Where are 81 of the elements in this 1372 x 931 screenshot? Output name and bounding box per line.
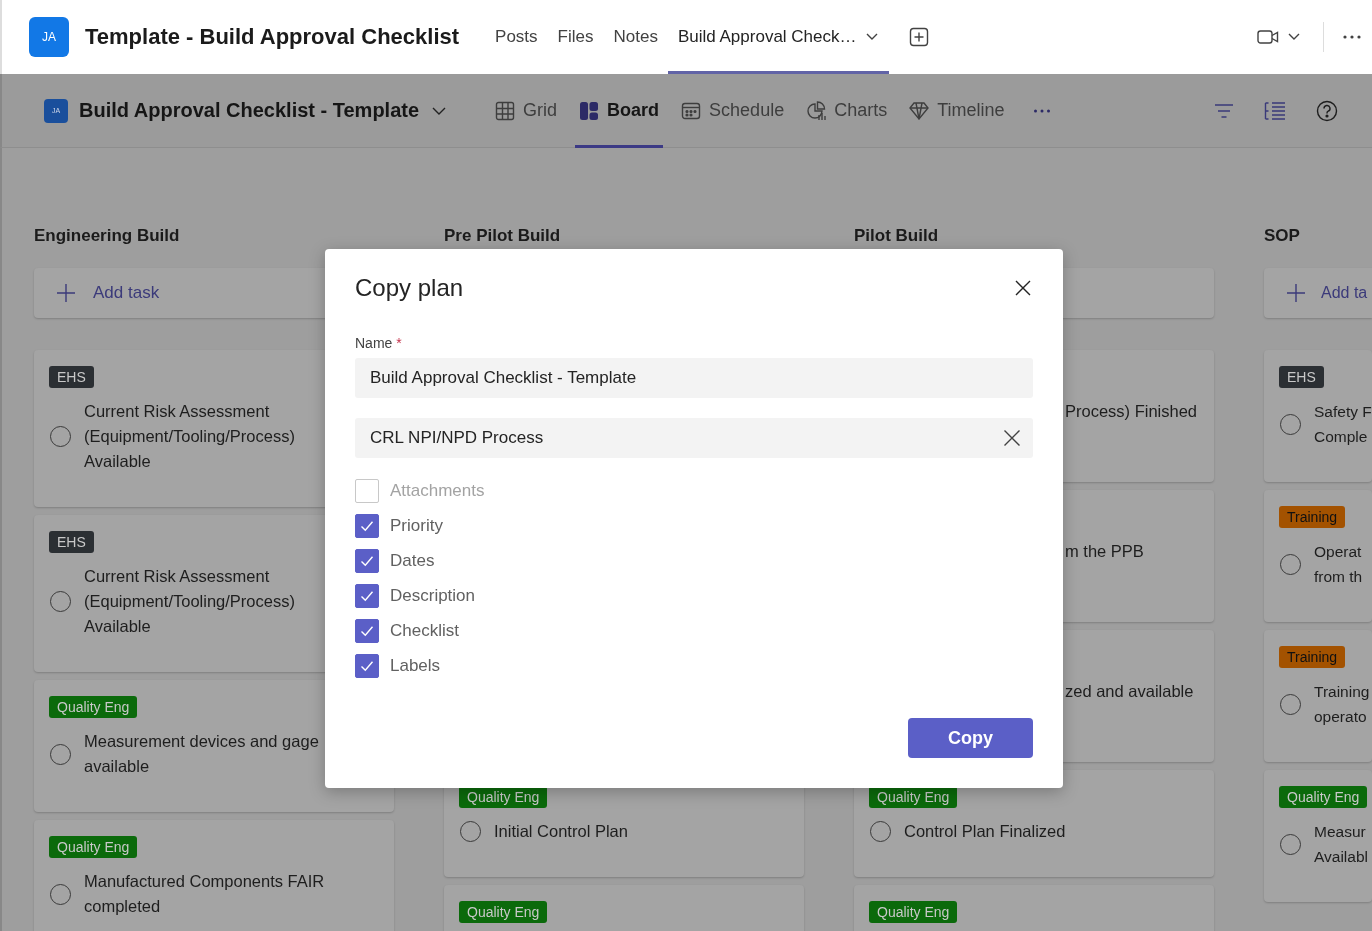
task-card[interactable]: Training Training operato — [1264, 630, 1372, 762]
team-avatar: JA — [29, 17, 69, 57]
task-title: Training operato — [1314, 682, 1370, 727]
plus-icon — [56, 283, 76, 303]
checkmark-icon — [360, 555, 374, 567]
copy-button[interactable]: Copy — [908, 718, 1033, 758]
close-icon — [1015, 280, 1031, 296]
label-tag: Quality Eng — [459, 786, 548, 808]
view-tab[interactable]: Schedule — [677, 73, 789, 148]
plus-icon — [1286, 283, 1306, 303]
team-title: Template - Build Approval Checklist — [85, 24, 460, 50]
view-tab[interactable]: Grid — [491, 73, 562, 148]
filter-icon[interactable] — [1214, 102, 1234, 119]
task-title: m the PPB — [1065, 541, 1144, 562]
label-tag: Quality Eng — [1279, 786, 1368, 808]
task-title: Safety F Comple — [1314, 402, 1372, 447]
checkbox[interactable] — [355, 654, 379, 678]
task-title: Control Plan Finalized — [904, 821, 1066, 842]
close-icon — [1003, 429, 1021, 447]
label-tag: Quality Eng — [49, 836, 138, 858]
more-options-icon[interactable] — [1032, 107, 1051, 114]
task-card[interactable]: Quality Eng — [444, 885, 804, 931]
checkmark-icon — [360, 660, 374, 672]
task-title: Operat from th — [1314, 542, 1363, 587]
label-tag: Training — [1279, 506, 1346, 528]
task-card[interactable]: Quality Eng Measur Availabl — [1264, 770, 1372, 902]
label-tag: Quality Eng — [49, 696, 138, 718]
add-task-button[interactable]: Add ta — [1264, 268, 1372, 318]
task-title: Current Risk Assessment (Equipment/Tooling/Process) Available — [84, 401, 295, 472]
checkmark-icon — [360, 520, 374, 532]
label-tag: EHS — [1279, 366, 1324, 388]
checkbox[interactable] — [355, 549, 379, 573]
task-title: Process) Finished — [1065, 401, 1198, 422]
label-tag: Quality Eng — [869, 786, 958, 808]
view-tab[interactable]: Charts — [802, 73, 892, 148]
column-title: Pilot Build — [854, 226, 940, 246]
label-tag: Quality Eng — [459, 901, 548, 923]
grid-icon — [495, 100, 516, 121]
column-title: Pre Pilot Build — [444, 226, 562, 246]
checkbox[interactable] — [355, 619, 379, 643]
more-options-icon[interactable] — [1342, 34, 1362, 40]
close-button[interactable] — [1015, 280, 1031, 296]
plan-title: Build Approval Checklist - Template — [79, 99, 420, 122]
label-tag: EHS — [49, 366, 94, 388]
field-label: Name — [355, 335, 393, 351]
task-card[interactable]: Quality Eng Control Plan Finalized — [854, 770, 1214, 877]
channel-tab[interactable]: Notes — [603, 0, 668, 74]
label-tag: EHS — [49, 531, 94, 553]
task-card[interactable]: Quality Eng Manufactured Components FAIR completed — [34, 820, 394, 931]
task-title: zed and available — [1065, 681, 1194, 702]
diamond-icon — [909, 100, 930, 121]
channel-tab[interactable]: Files — [547, 0, 604, 74]
column-title: Engineering Build — [34, 226, 181, 246]
task-title: Initial Control Plan — [494, 821, 628, 842]
view-tab[interactable]: Timeline — [905, 73, 1009, 148]
checkmark-icon — [360, 625, 374, 637]
chart-icon — [806, 100, 827, 121]
checkmark-icon — [360, 590, 374, 602]
name-field[interactable]: Build Approval Checklist - Template — [355, 358, 1033, 398]
list-view-icon[interactable] — [1264, 100, 1286, 121]
calendar-icon — [681, 100, 702, 121]
required-mark: * — [396, 335, 402, 351]
clear-button[interactable] — [1003, 429, 1021, 447]
task-card[interactable]: Training Operat from th — [1264, 490, 1372, 622]
checkbox[interactable] — [355, 584, 379, 608]
group-field[interactable]: CRL NPI/NPD Process — [355, 418, 1033, 458]
video-camera-icon — [1257, 29, 1279, 45]
task-title: Measur Availabl — [1314, 822, 1368, 867]
column-title: SOP — [1264, 226, 1301, 246]
checkbox[interactable] — [355, 514, 379, 538]
add-tab-icon[interactable] — [908, 27, 929, 47]
help-icon[interactable] — [1316, 99, 1338, 122]
task-card[interactable]: EHS Safety F Comple — [1264, 350, 1372, 482]
task-card[interactable]: Quality Eng — [854, 885, 1214, 931]
task-title: Measurement devices and gage available — [84, 731, 319, 777]
label-tag: Quality Eng — [869, 901, 958, 923]
label-tag: Training — [1279, 646, 1346, 668]
task-title: Current Risk Assessment (Equipment/Tooling/Process) Available — [84, 566, 295, 637]
channel-tab[interactable]: Posts — [485, 0, 548, 74]
board-icon — [579, 100, 600, 121]
task-title: Manufactured Components FAIR completed — [84, 871, 325, 917]
